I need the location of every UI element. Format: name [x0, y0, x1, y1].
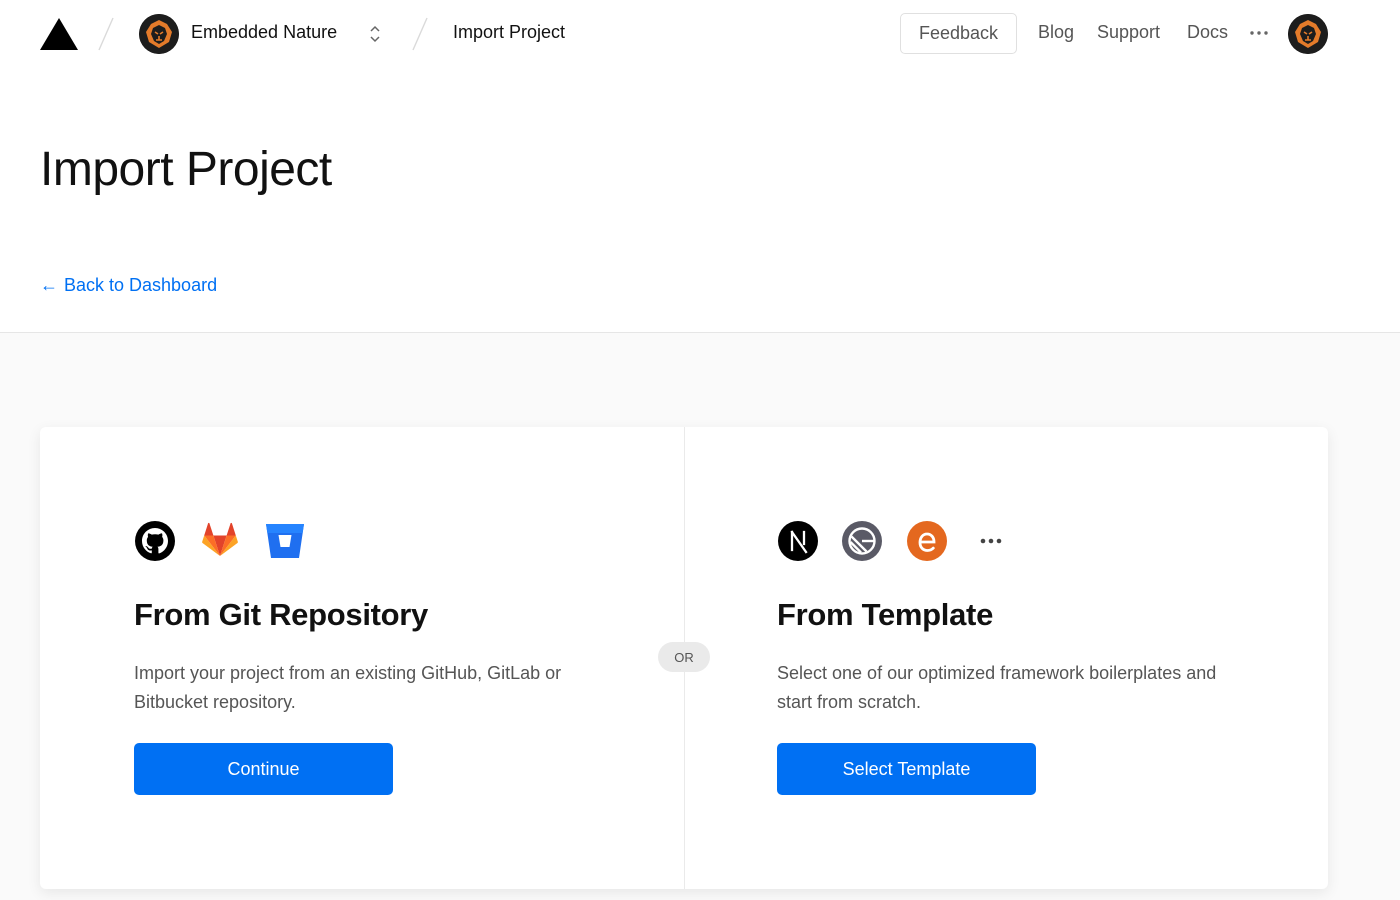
git-option: From Git Repository Import your project …: [134, 427, 614, 889]
template-framework-icons: [777, 520, 1257, 562]
feedback-button[interactable]: Feedback: [900, 13, 1017, 54]
template-option-title: From Template: [777, 597, 994, 632]
gatsby-icon: [842, 521, 882, 561]
back-link-label: Back to Dashboard: [64, 275, 218, 295]
breadcrumb-separator: [412, 17, 428, 51]
lion-avatar-icon: [1288, 14, 1328, 54]
team-name[interactable]: Embedded Nature: [191, 22, 337, 43]
continue-button[interactable]: Continue: [134, 743, 393, 795]
eleventy-icon: [907, 521, 947, 561]
bitbucket-icon: [266, 524, 304, 558]
nav-link-support[interactable]: Support: [1097, 22, 1160, 43]
arrow-left-icon: ←: [40, 275, 58, 295]
nav-link-blog[interactable]: Blog: [1038, 22, 1074, 43]
chevron-up-down-icon[interactable]: [366, 22, 384, 46]
page-title: Import Project: [40, 143, 332, 196]
back-to-dashboard-link[interactable]: ← Back to Dashboard: [40, 275, 217, 296]
select-template-button[interactable]: Select Template: [777, 743, 1036, 795]
git-provider-icons: [134, 520, 614, 562]
nav-link-docs[interactable]: Docs: [1187, 22, 1228, 43]
breadcrumb-separator: [98, 17, 114, 51]
import-options-card: OR From Git Repository Import your proje…: [40, 427, 1328, 889]
nextjs-icon: [778, 521, 818, 561]
team-avatar[interactable]: [139, 14, 179, 54]
template-option-description: Select one of our optimized framework bo…: [777, 663, 1217, 712]
lion-avatar-icon: [139, 14, 179, 54]
more-templates-icon: [980, 538, 1002, 544]
gitlab-icon: [202, 522, 238, 556]
ellipsis-icon[interactable]: [1248, 26, 1270, 40]
git-option-description: Import your project from an existing Git…: [134, 663, 562, 712]
or-badge: OR: [658, 642, 710, 672]
github-icon: [135, 521, 175, 561]
user-avatar[interactable]: [1288, 14, 1328, 54]
top-header: Embedded Nature Import Project Feedback …: [0, 0, 1400, 68]
template-option: From Template Select one of our optimize…: [777, 427, 1257, 889]
triangle-logo-icon[interactable]: [40, 18, 78, 50]
git-option-title: From Git Repository: [134, 597, 428, 632]
breadcrumb-current: Import Project: [453, 22, 566, 42]
